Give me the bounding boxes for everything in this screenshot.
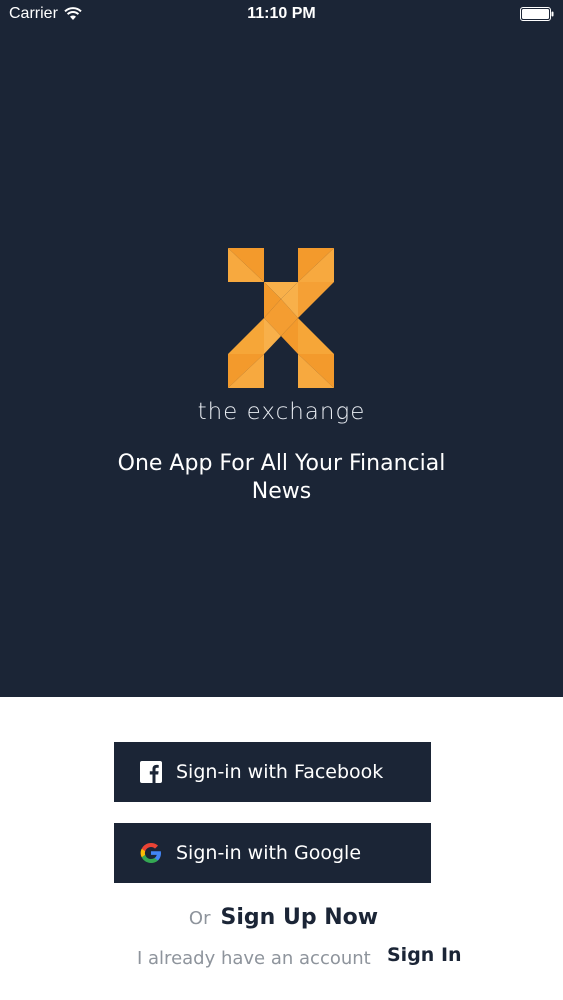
facebook-signin-label: Sign-in with Facebook	[176, 761, 384, 783]
sign-in-link[interactable]: Sign In	[387, 944, 462, 966]
signup-row: Or Sign Up Now	[0, 905, 563, 930]
brand-name: the exchange	[197, 399, 366, 425]
or-label: Or	[188, 908, 211, 929]
facebook-signin-button[interactable]: Sign-in with Facebook	[114, 742, 431, 802]
sign-up-now-link[interactable]: Sign Up Now	[221, 905, 379, 930]
facebook-icon	[140, 761, 162, 783]
status-bar: Carrier 11:10 PM	[0, 0, 563, 30]
google-signin-button[interactable]: Sign-in with Google	[114, 823, 431, 883]
tagline: One App For All Your Financial News	[117, 451, 446, 504]
hero-panel: Carrier 11:10 PM the exchange One App Fo…	[0, 0, 563, 697]
google-signin-label: Sign-in with Google	[176, 842, 362, 864]
status-time: 11:10 PM	[247, 5, 316, 22]
exchange-logo-icon	[228, 248, 334, 388]
google-icon	[140, 843, 161, 863]
have-account-label: I already have an account	[137, 948, 371, 969]
battery-icon	[520, 7, 554, 21]
